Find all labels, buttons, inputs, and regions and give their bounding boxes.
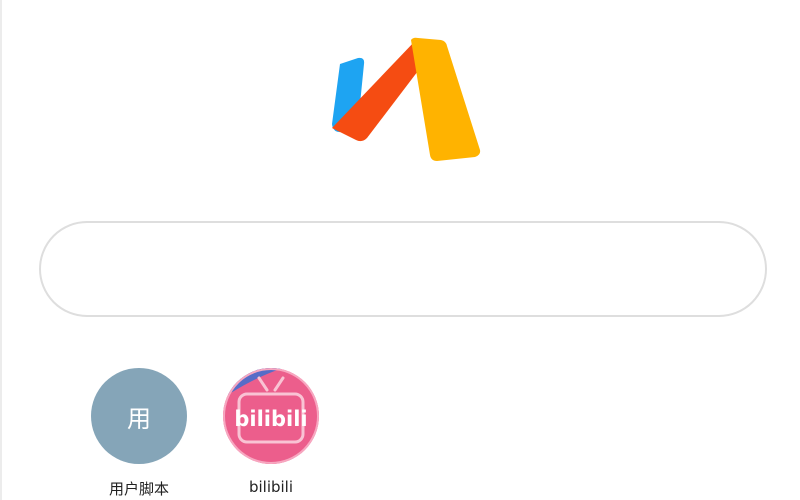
bilibili-shortcut-icon[interactable]: bilibili [223,368,319,464]
bilibili-logo-text: bilibili [234,407,307,431]
page-edge-divider [0,0,2,500]
shortcut-bilibili[interactable]: bilibili bilibili [216,368,326,496]
userscript-icon-letter: 用 [127,404,151,433]
search-bar[interactable] [39,221,767,317]
shortcut-userscript[interactable]: 用 用户脚本 [84,368,194,499]
shortcut-label: bilibili [248,478,294,496]
via-logo-icon [332,37,481,161]
shortcut-label: 用户脚本 [108,480,169,498]
logo-yellow-stripe [411,37,481,161]
browser-home-page: 用 用户脚本 bilibili bilibili [0,0,800,500]
search-input[interactable] [41,223,765,315]
userscript-shortcut-icon[interactable]: 用 [91,368,187,464]
bilibili-logo-icon: bilibili [223,368,319,464]
